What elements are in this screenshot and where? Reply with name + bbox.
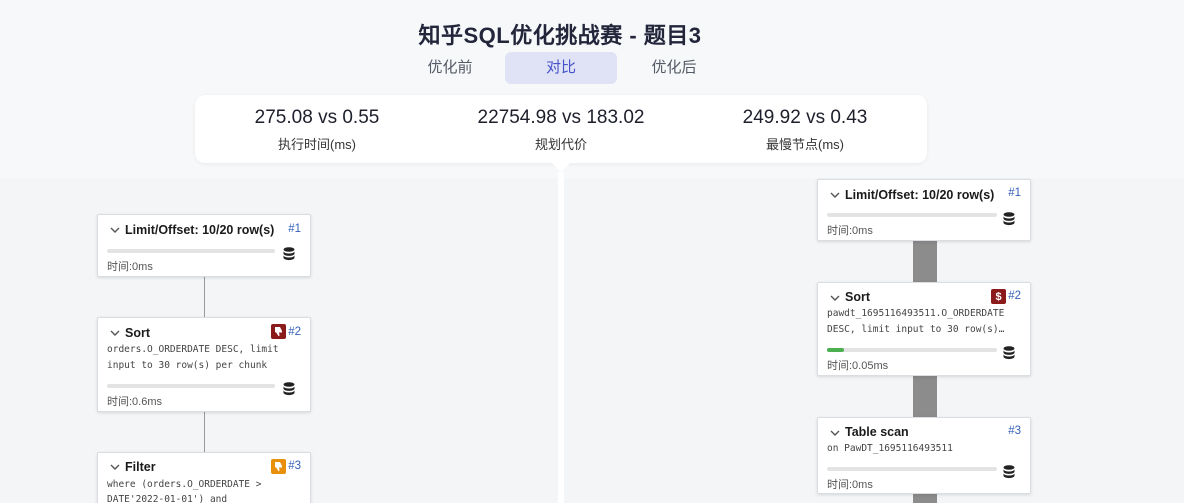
node-time: 时间:0ms: [107, 261, 153, 273]
database-icon: [283, 247, 295, 261]
plan-node-filter[interactable]: Filter #3 where (orders.O_ORDERDATE > DA…: [97, 452, 311, 503]
node-progress-bar: [827, 348, 997, 352]
tab-after[interactable]: 优化后: [618, 52, 730, 84]
plan-node-sort[interactable]: Sort $ #2 pawdt_1695116493511.O_ORDERDAT…: [817, 282, 1031, 376]
node-detail-line: DESC, limit input to 30 row(s)…: [827, 324, 1005, 335]
metric-plan-cost: 22754.98 vs 183.02 规划代价: [439, 105, 683, 153]
progress-fill: [827, 348, 844, 352]
node-number: #1: [288, 223, 301, 235]
node-name: Limit/Offset: 10/20 row(s): [125, 223, 275, 237]
tab-compare[interactable]: 对比: [505, 52, 617, 84]
view-tabs: 优化前 对比 优化后: [0, 52, 1184, 84]
chevron-down-icon[interactable]: [829, 292, 843, 306]
node-detail-line: on PawDT_1695116493511: [827, 443, 953, 454]
plan-edge: [204, 277, 205, 317]
node-number: #3: [1008, 425, 1021, 437]
node-progress-bar: [827, 467, 997, 471]
node-number: #1: [1008, 187, 1021, 199]
node-time: 时间:0.05ms: [827, 360, 889, 372]
node-progress-bar: [107, 384, 275, 388]
plan-edge: [913, 241, 937, 282]
plan-edge: [913, 376, 937, 417]
node-progress-bar: [827, 213, 997, 217]
metric-exec-time: 275.08 vs 0.55 执行时间(ms): [195, 105, 439, 153]
node-number: #2: [288, 326, 301, 338]
node-name: Sort: [125, 326, 150, 340]
node-detail-line: DATE'2022-01-01') and: [107, 494, 228, 503]
dollar-icon: $: [991, 289, 1006, 304]
summary-pointer: [552, 163, 570, 172]
database-icon: [283, 382, 295, 396]
thumbs-down-icon: [271, 459, 286, 474]
plan-node-table-scan[interactable]: Table scan #3 on PawDT_1695116493511 时间:…: [817, 417, 1031, 494]
plan-node-sort[interactable]: Sort #2 orders.O_ORDERDATE DESC, limit i…: [97, 317, 311, 412]
node-time: 时间:0ms: [827, 479, 873, 491]
metric-value: 275.08 vs 0.55: [254, 107, 380, 128]
page-title: 知乎SQL优化挑战赛 - 题目3: [418, 23, 702, 48]
metric-label: 执行时间(ms): [278, 137, 356, 152]
metric-slowest-node: 249.92 vs 0.43 最慢节点(ms): [683, 105, 927, 153]
database-icon: [1003, 346, 1015, 360]
chevron-down-icon[interactable]: [109, 224, 123, 238]
node-detail-line: orders.O_ORDERDATE DESC, limit: [107, 344, 279, 355]
chevron-down-icon[interactable]: [109, 461, 123, 475]
node-progress-bar: [107, 249, 275, 253]
node-number: #2: [1008, 290, 1021, 302]
chevron-down-icon[interactable]: [109, 327, 123, 341]
plan-edge: [913, 494, 937, 503]
node-name: Sort: [845, 290, 870, 304]
thumbs-down-icon: [271, 324, 286, 339]
summary-panel: 275.08 vs 0.55 执行时间(ms) 22754.98 vs 183.…: [195, 95, 927, 163]
metric-value: 22754.98 vs 183.02: [477, 107, 645, 128]
node-name: Filter: [125, 460, 156, 474]
database-icon: [1003, 212, 1015, 226]
node-time: 时间:0.6ms: [107, 396, 163, 408]
tab-before[interactable]: 优化前: [394, 52, 506, 84]
chevron-down-icon[interactable]: [829, 427, 843, 441]
node-number: #3: [288, 460, 301, 472]
chevron-down-icon[interactable]: [829, 189, 843, 203]
pane-divider[interactable]: [558, 172, 564, 503]
metric-label: 规划代价: [534, 137, 587, 152]
node-detail-line: where (orders.O_ORDERDATE >: [107, 479, 262, 490]
metric-label: 最慢节点(ms): [766, 137, 844, 152]
plan-node-limit[interactable]: Limit/Offset: 10/20 row(s) #1 时间:0ms: [97, 214, 311, 277]
node-detail-line: input to 30 row(s) per chunk: [107, 360, 268, 371]
node-name: Limit/Offset: 10/20 row(s): [845, 188, 995, 202]
database-icon: [1003, 465, 1015, 479]
plan-node-limit[interactable]: Limit/Offset: 10/20 row(s) #1 时间:0ms: [817, 179, 1031, 241]
metric-value: 249.92 vs 0.43: [742, 107, 868, 128]
node-time: 时间:0ms: [827, 225, 873, 237]
node-name: Table scan: [845, 425, 909, 439]
node-detail-line: pawdt_1695116493511.O_ORDERDATE: [827, 308, 1005, 319]
plan-edge: [204, 412, 205, 452]
